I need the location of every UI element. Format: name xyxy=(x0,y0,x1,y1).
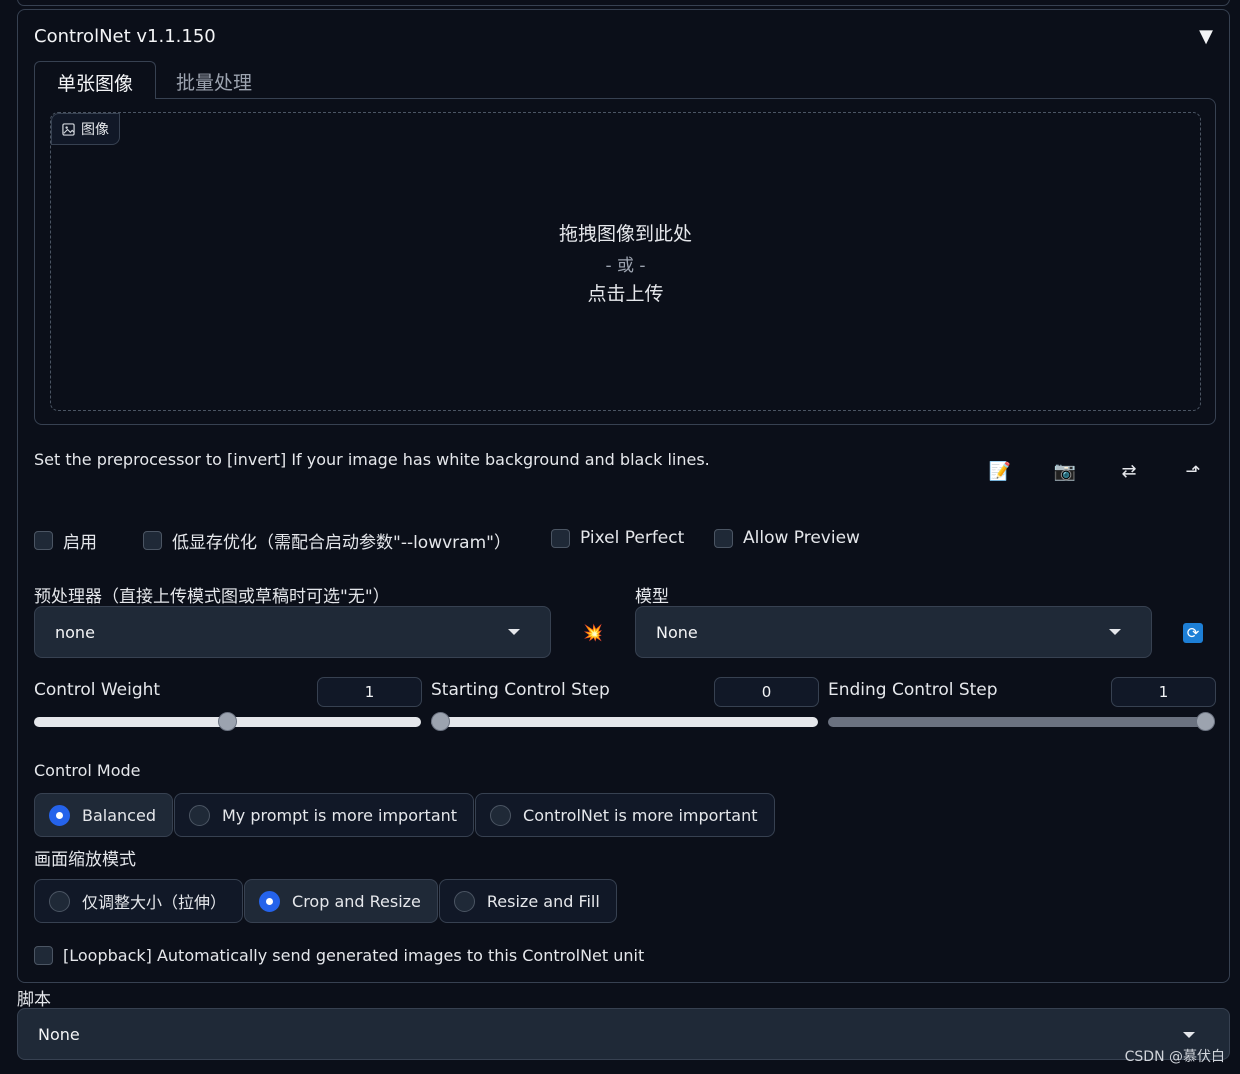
script-dropdown[interactable]: None xyxy=(17,1008,1230,1060)
click-upload-text: 点击上传 xyxy=(587,283,664,305)
collapse-icon[interactable]: ▼ xyxy=(1199,26,1213,47)
image-icon xyxy=(62,122,75,136)
control-mode-group: Balanced My prompt is more important Con… xyxy=(34,793,776,837)
chevron-down-icon xyxy=(508,629,520,635)
ending-step-slider[interactable] xyxy=(828,717,1215,727)
resize-mode-just-resize[interactable]: 仅调整大小（拉伸） xyxy=(34,879,244,923)
control-weight-label: Control Weight xyxy=(34,680,161,700)
lowvram-label: 低显存优化（需配合启动参数"--lowvram"） xyxy=(172,533,511,553)
tab-body: 图像 拖拽图像到此处 - 或 - 点击上传 xyxy=(34,98,1216,425)
enable-checkbox[interactable] xyxy=(34,531,53,550)
radio-indicator[interactable] xyxy=(453,890,475,912)
tab-single-image[interactable]: 单张图像 xyxy=(34,61,156,99)
model-value: None xyxy=(656,622,698,642)
previous-panel-edge xyxy=(17,0,1230,6)
model-dropdown[interactable]: None xyxy=(635,606,1152,658)
resize-mode-group: 仅调整大小（拉伸） Crop and Resize Resize and Fil… xyxy=(34,879,618,923)
enable-checkbox-row[interactable]: 启用 xyxy=(34,528,97,553)
radio-label: Balanced xyxy=(82,805,156,825)
control-mode-balanced[interactable]: Balanced xyxy=(34,793,173,837)
lowvram-checkbox[interactable] xyxy=(143,531,162,550)
refresh-icon: ⟳ xyxy=(1183,623,1203,643)
loopback-label: [Loopback] Automatically send generated … xyxy=(63,946,645,965)
pixel-perfect-label: Pixel Perfect xyxy=(580,528,685,548)
run-preprocessor-icon[interactable]: 💥 xyxy=(580,619,606,645)
ending-step-slider-thumb[interactable] xyxy=(1196,712,1215,731)
radio-indicator[interactable] xyxy=(49,804,70,826)
image-label: 图像 xyxy=(81,122,109,138)
or-text: - 或 - xyxy=(605,256,646,276)
radio-label: ControlNet is more important xyxy=(523,805,758,825)
panel-title[interactable]: ControlNet v1.1.150 xyxy=(34,26,216,47)
resize-mode-label: 画面缩放模式 xyxy=(34,850,136,870)
allow-preview-checkbox-row[interactable]: Allow Preview xyxy=(714,528,860,548)
radio-label: Crop and Resize xyxy=(292,891,421,911)
watermark: CSDN @慕伏白 xyxy=(1124,1049,1225,1065)
pixel-perfect-checkbox-row[interactable]: Pixel Perfect xyxy=(551,528,684,548)
drop-text: 拖拽图像到此处 xyxy=(558,223,692,245)
starting-step-label: Starting Control Step xyxy=(431,680,610,700)
preprocessor-hint: Set the preprocessor to [invert] If your… xyxy=(34,450,710,469)
starting-step-input[interactable]: 0 xyxy=(714,677,819,707)
loopback-checkbox-row[interactable]: [Loopback] Automatically send generated … xyxy=(34,946,644,965)
enable-label: 启用 xyxy=(63,533,97,553)
control-weight-input[interactable]: 1 xyxy=(317,677,422,707)
swap-icon[interactable]: ⇄ xyxy=(1115,457,1143,485)
radio-label: 仅调整大小（拉伸） xyxy=(82,893,227,912)
preprocessor-value: none xyxy=(55,622,95,642)
tab-batch[interactable]: 批量处理 xyxy=(176,61,252,99)
refresh-models-button[interactable]: ⟳ xyxy=(1180,620,1206,646)
chevron-down-icon xyxy=(1183,1032,1195,1038)
script-value: None xyxy=(38,1024,80,1044)
control-mode-controlnet[interactable]: ControlNet is more important xyxy=(475,793,775,837)
notepad-icon[interactable]: 📝 xyxy=(986,457,1014,485)
control-mode-prompt[interactable]: My prompt is more important xyxy=(173,793,475,837)
controlnet-panel: ControlNet v1.1.150 ▼ 单张图像 批量处理 图像 拖拽图像到… xyxy=(17,9,1230,983)
radio-indicator[interactable] xyxy=(259,890,281,912)
model-label: 模型 xyxy=(635,587,669,607)
preprocessor-dropdown[interactable]: none xyxy=(34,606,551,658)
radio-indicator[interactable] xyxy=(188,804,210,826)
loopback-checkbox[interactable] xyxy=(34,946,53,965)
allow-preview-label: Allow Preview xyxy=(743,528,860,548)
image-dropzone[interactable]: 图像 拖拽图像到此处 - 或 - 点击上传 xyxy=(50,112,1201,411)
lowvram-checkbox-row[interactable]: 低显存优化（需配合启动参数"--lowvram"） xyxy=(143,528,511,553)
radio-indicator[interactable] xyxy=(490,804,512,826)
send-dimensions-icon[interactable]: ⬏ xyxy=(1179,457,1207,485)
control-weight-slider-thumb[interactable] xyxy=(218,712,237,731)
allow-preview-checkbox[interactable] xyxy=(714,528,733,548)
preprocessor-label: 预处理器（直接上传模式图或草稿时可选"无"） xyxy=(34,587,390,607)
radio-label: My prompt is more important xyxy=(221,805,458,825)
control-mode-label: Control Mode xyxy=(34,761,141,780)
pixel-perfect-checkbox[interactable] xyxy=(551,528,570,548)
image-label-badge: 图像 xyxy=(51,113,120,145)
ending-step-input[interactable]: 1 xyxy=(1111,677,1216,707)
resize-mode-crop-resize[interactable]: Crop and Resize xyxy=(244,879,438,923)
camera-icon[interactable]: 📷 xyxy=(1051,457,1079,485)
ending-step-label: Ending Control Step xyxy=(828,680,998,700)
radio-indicator[interactable] xyxy=(49,890,70,912)
starting-step-slider[interactable] xyxy=(431,717,818,727)
radio-label: Resize and Fill xyxy=(486,891,600,911)
chevron-down-icon xyxy=(1109,629,1121,635)
starting-step-slider-thumb[interactable] xyxy=(431,712,450,731)
resize-mode-resize-fill[interactable]: Resize and Fill xyxy=(438,879,617,923)
script-label: 脚本 xyxy=(17,990,51,1010)
